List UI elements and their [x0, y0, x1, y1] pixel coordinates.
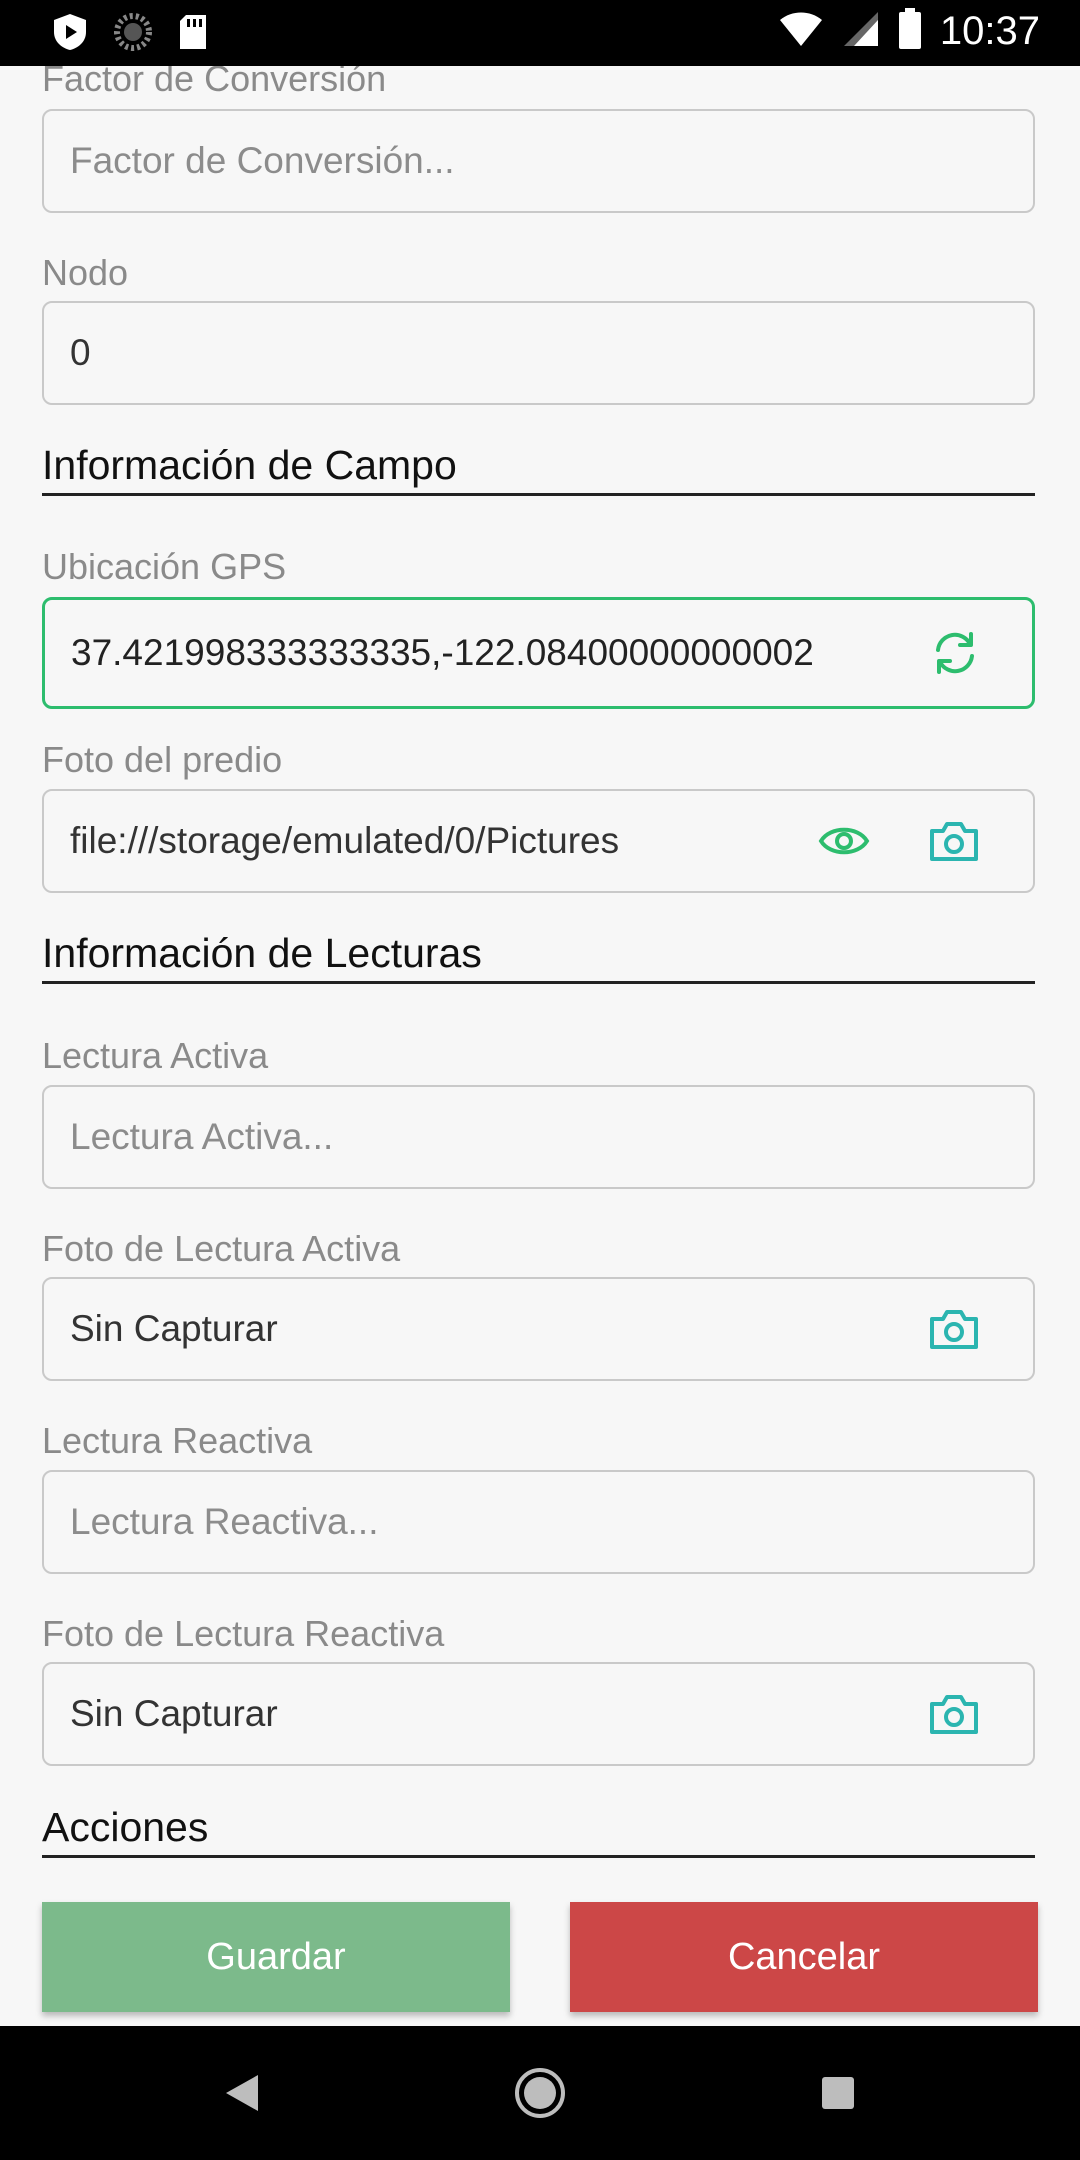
factor-label: Factor de Conversión	[42, 66, 387, 99]
factor-input[interactable]: Factor de Conversión...	[42, 109, 1035, 213]
camera-icon[interactable]	[924, 811, 984, 871]
foto-reactiva-field[interactable]: Sin Capturar	[42, 1662, 1035, 1766]
lectura-activa-placeholder: Lectura Activa...	[70, 1116, 334, 1157]
signal-icon	[842, 10, 880, 53]
nodo-value: 0	[70, 332, 91, 373]
foto-predio-value: file:///storage/emulated/0/Pictures	[70, 820, 620, 861]
clock: 10:37	[939, 9, 1040, 53]
foto-activa-field[interactable]: Sin Capturar	[42, 1277, 1035, 1381]
foto-reactiva-value: Sin Capturar	[70, 1693, 278, 1734]
back-icon[interactable]	[212, 2063, 272, 2123]
refresh-icon[interactable]	[925, 623, 985, 683]
foto-activa-value: Sin Capturar	[70, 1308, 278, 1349]
gps-value: 37.421998333333335,-122.08400000000002	[71, 632, 814, 673]
recents-icon[interactable]	[808, 2063, 868, 2123]
lectura-reactiva-placeholder: Lectura Reactiva...	[70, 1501, 379, 1542]
sd-card-icon	[178, 13, 208, 56]
battery-icon	[898, 8, 922, 55]
form-content[interactable]: Factor de Conversión Factor de Conversió…	[0, 66, 1080, 2026]
status-bar: 10:37	[0, 0, 1080, 66]
cancel-button[interactable]: Cancelar	[570, 1902, 1038, 2012]
section-campo-title: Información de Campo	[42, 442, 1035, 496]
wifi-icon	[778, 10, 824, 53]
nodo-input[interactable]: 0	[42, 301, 1035, 405]
section-lecturas-title: Información de Lecturas	[42, 930, 1035, 984]
foto-activa-label: Foto de Lectura Activa	[42, 1228, 401, 1269]
lectura-activa-label: Lectura Activa	[42, 1035, 269, 1076]
foto-predio-field[interactable]: file:///storage/emulated/0/Pictures	[42, 789, 1035, 893]
foto-reactiva-label: Foto de Lectura Reactiva	[42, 1613, 445, 1654]
factor-placeholder: Factor de Conversión...	[70, 140, 455, 181]
save-button[interactable]: Guardar	[42, 1902, 510, 2012]
home-icon[interactable]	[510, 2063, 570, 2123]
loading-icon	[114, 13, 152, 56]
section-acciones-title: Acciones	[42, 1804, 1035, 1858]
lectura-reactiva-label: Lectura Reactiva	[42, 1420, 313, 1461]
gps-input[interactable]: 37.421998333333335,-122.08400000000002	[42, 597, 1035, 709]
gps-label: Ubicación GPS	[42, 546, 287, 587]
lectura-reactiva-input[interactable]: Lectura Reactiva...	[42, 1470, 1035, 1574]
navigation-bar	[0, 2026, 1080, 2160]
view-eye-icon[interactable]	[814, 811, 874, 871]
camera-icon[interactable]	[924, 1684, 984, 1744]
foto-predio-label: Foto del predio	[42, 739, 283, 780]
nodo-label: Nodo	[42, 252, 129, 293]
lectura-activa-input[interactable]: Lectura Activa...	[42, 1085, 1035, 1189]
camera-icon[interactable]	[924, 1299, 984, 1359]
shield-play-icon	[52, 12, 88, 57]
